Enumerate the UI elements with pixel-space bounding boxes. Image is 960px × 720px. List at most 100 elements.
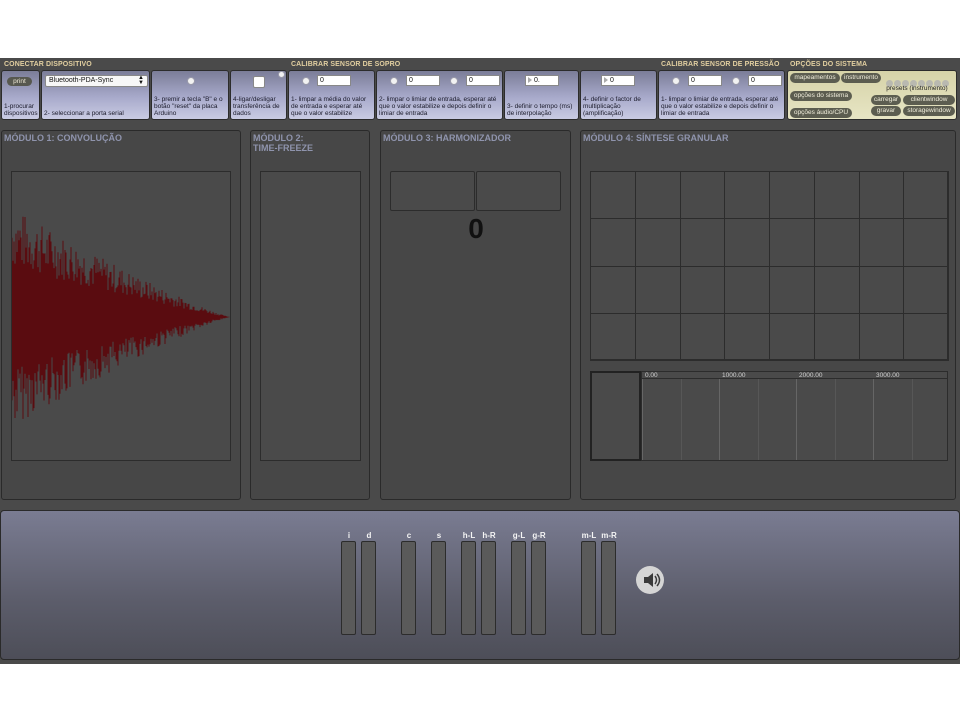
granular-sample-box[interactable] <box>590 371 641 461</box>
section-title-system: OPÇÕES DO SISTEMA <box>790 61 868 68</box>
grid-cell[interactable] <box>634 218 681 267</box>
granular-timeline[interactable]: 0.00 1000.00 2000.00 3000.00 <box>641 371 948 461</box>
breath-step2-box: 0 0 2- limpar o limiar de entrada, esper… <box>376 70 503 120</box>
pressure-step1-box: 0 0 1- limpar o limiar de entrada, esper… <box>658 70 785 120</box>
breath-average-clear-button[interactable] <box>302 77 310 85</box>
grid-cell[interactable] <box>634 171 681 220</box>
grid-cell[interactable] <box>903 218 949 267</box>
grid-cell[interactable] <box>858 171 905 220</box>
level-meter-m-L <box>581 541 596 635</box>
grid-cell[interactable] <box>590 312 636 361</box>
module3-title: MÓDULO 3: HARMONIZADOR <box>383 133 511 143</box>
system-options-button[interactable]: opções do sistema <box>790 91 852 101</box>
control-panel: CONECTAR DISPOSITIVO CALIBRAR SENSOR DE … <box>0 58 960 122</box>
time-freeze-display[interactable] <box>260 171 361 461</box>
grid-cell[interactable] <box>769 171 815 220</box>
grid-cell[interactable] <box>858 265 905 314</box>
grid-cell[interactable] <box>634 265 681 314</box>
grid-cell[interactable] <box>769 265 815 314</box>
grid-cell[interactable] <box>769 218 815 267</box>
grid-cell[interactable] <box>903 312 949 361</box>
system-options-box: mapeamentos instrumento presets (instrum… <box>787 70 957 120</box>
ruler-label: 0.00 <box>645 372 658 379</box>
grid-cell[interactable] <box>679 265 726 314</box>
grid-cell[interactable] <box>679 171 726 220</box>
instrument-button[interactable]: instrumento <box>841 73 881 83</box>
pressure-step1-label: 1- limpar o limiar de entrada, esperar a… <box>661 96 779 117</box>
granular-matrix[interactable] <box>590 171 949 361</box>
pressure-threshold-number-a[interactable]: 0 <box>688 75 722 86</box>
breath-threshold-number-a[interactable]: 0 <box>406 75 440 86</box>
mappings-button[interactable]: mapeamentos <box>790 73 840 83</box>
harmonizer-pad-left[interactable] <box>390 171 475 211</box>
grid-cell[interactable] <box>858 312 905 361</box>
meter-label-m-R: m-R <box>601 531 617 540</box>
harmonizer-pad-right[interactable] <box>476 171 561 211</box>
grid-cell[interactable] <box>679 218 726 267</box>
grid-cell[interactable] <box>769 312 815 361</box>
module4-title: MÓDULO 4: SÍNTESE GRANULAR <box>583 133 729 143</box>
grid-cell[interactable] <box>903 171 949 220</box>
breath-threshold-clear-button[interactable] <box>390 77 398 85</box>
number-triangle-icon <box>528 77 532 83</box>
meter-label-h-L: h-L <box>462 531 476 540</box>
print-button[interactable]: print <box>7 77 32 86</box>
grid-cell[interactable] <box>903 265 949 314</box>
select-arrows-icon: ▲ ▼ <box>138 75 144 86</box>
grid-cell[interactable] <box>858 218 905 267</box>
breath-threshold-set-button[interactable] <box>450 77 458 85</box>
grid-cell[interactable] <box>679 312 726 361</box>
clientwindow-button[interactable]: clientwindow <box>903 95 955 105</box>
save-preset-button[interactable]: gravar <box>871 106 901 116</box>
timeline-gridline <box>911 379 913 460</box>
grid-cell[interactable] <box>590 265 636 314</box>
convolution-waveform-display[interactable] <box>11 171 231 461</box>
grid-cell[interactable] <box>634 312 681 361</box>
timeline-gridline <box>757 379 759 460</box>
meter-label-g-R: g-R <box>532 531 546 540</box>
reset-toggle[interactable] <box>187 77 195 85</box>
waveform-graphic <box>11 216 230 419</box>
section-title-connect: CONECTAR DISPOSITIVO <box>4 61 92 68</box>
pressure-threshold-clear-button[interactable] <box>672 77 680 85</box>
pressure-threshold-number-b[interactable]: 0 <box>748 75 782 86</box>
output-meters-panel: i d c s h-L h-R g-L g-R m-L m-R <box>0 510 960 660</box>
breath-step1-box: 0 1- limpar a média do valor de entrada … <box>288 70 375 120</box>
serial-port-value: Bluetooth-PDA-Sync <box>49 77 114 84</box>
level-meter-c <box>401 541 416 635</box>
grid-cell[interactable] <box>724 218 770 267</box>
module2-title-line2: TIME-FREEZE <box>253 143 313 153</box>
level-meter-d <box>361 541 376 635</box>
timeline-gridline <box>796 379 797 460</box>
multiplication-number[interactable]: 0 <box>601 75 635 86</box>
grid-cell[interactable] <box>590 171 636 220</box>
serial-port-select[interactable]: Bluetooth-PDA-Sync ▲ ▼ <box>45 75 148 87</box>
connect-step4-label: 4-ligar/desligar transferência de dados <box>233 96 280 117</box>
level-meter-g-L <box>511 541 526 635</box>
grid-cell[interactable] <box>724 265 770 314</box>
connect-step2-box: Bluetooth-PDA-Sync ▲ ▼ 2- seleccionar a p… <box>41 70 150 120</box>
grid-cell[interactable] <box>590 218 636 267</box>
load-preset-button[interactable]: carregar <box>871 95 901 105</box>
grid-cell[interactable] <box>813 312 860 361</box>
grid-cell[interactable] <box>813 171 860 220</box>
breath-threshold-number-b[interactable]: 0 <box>466 75 500 86</box>
grid-cell[interactable] <box>813 218 860 267</box>
presets-label: presets (instrumento) <box>886 85 948 92</box>
section-title-pressure: CALIBRAR SENSOR DE PRESSÃO <box>661 61 780 68</box>
speaker-icon[interactable] <box>636 566 664 594</box>
storagewindow-button[interactable]: storagewindow <box>903 106 955 116</box>
timeline-gridline <box>642 379 643 460</box>
pressure-threshold-set-button[interactable] <box>732 77 740 85</box>
grid-cell[interactable] <box>724 171 770 220</box>
connect-step3-box: 3- premir a tecla "B" e o botão "reset" … <box>151 70 229 120</box>
timeline-gridline <box>680 379 682 460</box>
breath-average-number[interactable]: 0 <box>317 75 351 86</box>
grid-cell[interactable] <box>813 265 860 314</box>
audio-cpu-options-button[interactable]: opções áudio/CPU <box>790 108 852 118</box>
data-transfer-toggle[interactable] <box>253 76 265 88</box>
interpolation-number[interactable]: 0. <box>525 75 559 86</box>
grid-cell[interactable] <box>724 312 770 361</box>
ruler-label: 3000.00 <box>876 372 900 379</box>
level-meter-i <box>341 541 356 635</box>
